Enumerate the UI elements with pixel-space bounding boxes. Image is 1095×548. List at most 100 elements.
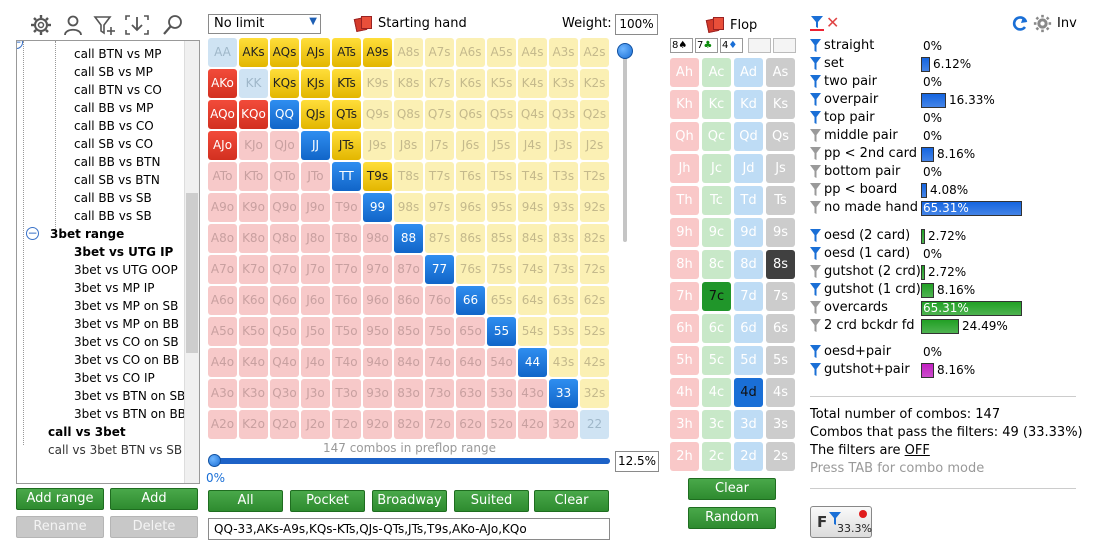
hand-cell[interactable]: T9s: [363, 162, 392, 191]
board-card[interactable]: 5s: [766, 346, 795, 375]
tree-item[interactable]: call BTN vs CO: [74, 81, 162, 99]
flop-card-slot[interactable]: 8♠: [670, 38, 693, 53]
tree-item[interactable]: call vs 3bet BTN vs SB (33: [48, 441, 199, 459]
stat-filter-icon[interactable]: [810, 283, 821, 297]
hand-cell[interactable]: A6o: [208, 286, 237, 315]
board-card[interactable]: Qd: [734, 122, 763, 151]
hand-cell[interactable]: AJo: [208, 131, 237, 160]
flop-card-slot-empty[interactable]: [748, 38, 771, 53]
hand-cell[interactable]: T5s: [487, 162, 516, 191]
board-card[interactable]: 6c: [702, 314, 731, 343]
hand-cell[interactable]: T9o: [332, 193, 361, 222]
tree-item[interactable]: call BB vs CO: [74, 117, 154, 135]
hand-cell[interactable]: 99: [363, 193, 392, 222]
stat-filter-icon[interactable]: [810, 39, 821, 53]
board-card[interactable]: 6s: [766, 314, 795, 343]
hand-cell[interactable]: AJs: [301, 38, 330, 67]
hand-cell[interactable]: 72s: [580, 255, 609, 284]
hand-cell[interactable]: 66: [456, 286, 485, 315]
hand-cell[interactable]: Q9s: [363, 100, 392, 129]
hand-cell[interactable]: 54o: [487, 348, 516, 377]
stat-row[interactable]: no made hand 65.31%: [810, 199, 1080, 217]
flop-card-slot-empty[interactable]: [773, 38, 796, 53]
hand-cell[interactable]: J5o: [301, 317, 330, 346]
board-card-grid[interactable]: Ah Ac Ad As Kh Kc Kd Ks Qh Qc Qd Qs Jh Jc Jd Js Th Tc Td Ts…: [670, 58, 796, 474]
hand-cell[interactable]: 94o: [363, 348, 392, 377]
tree-item[interactable]: call SB vs MP: [74, 63, 153, 81]
tree-item[interactable]: 3bet vs MP IP: [74, 279, 155, 297]
hand-cell[interactable]: 95o: [363, 317, 392, 346]
hand-cell[interactable]: KTo: [239, 162, 268, 191]
hand-cell[interactable]: Q7o: [270, 255, 299, 284]
hand-cell[interactable]: 43o: [518, 379, 547, 408]
hand-cell[interactable]: JJ: [301, 131, 330, 160]
board-card[interactable]: Qh: [670, 122, 699, 151]
filters-state-toggle[interactable]: OFF: [905, 443, 930, 458]
hand-cell[interactable]: K2s: [580, 69, 609, 98]
hand-cell[interactable]: T6o: [332, 286, 361, 315]
hand-cell[interactable]: 98s: [394, 193, 423, 222]
hand-cell[interactable]: QQ: [270, 100, 299, 129]
hand-cell[interactable]: Q8o: [270, 224, 299, 253]
hand-cell[interactable]: A4s: [518, 38, 547, 67]
board-card[interactable]: 8c: [702, 250, 731, 279]
hand-cell[interactable]: A2s: [580, 38, 609, 67]
tree-item[interactable]: 3bet vs MP on BB: [74, 315, 179, 333]
board-card[interactable]: 2h: [670, 442, 699, 471]
hand-cell[interactable]: T2s: [580, 162, 609, 191]
inv-label[interactable]: Inv: [1057, 16, 1077, 31]
hand-cell[interactable]: 75s: [487, 255, 516, 284]
hand-cell[interactable]: QTs: [332, 100, 361, 129]
hand-cell[interactable]: A3o: [208, 379, 237, 408]
range-tree[interactable]: − call BTN vs MPcall SB vs MPcall BTN vs…: [16, 40, 200, 484]
board-card[interactable]: Ah: [670, 58, 699, 87]
rename-button[interactable]: Rename: [16, 516, 104, 538]
board-card[interactable]: Jd: [734, 154, 763, 183]
board-card[interactable]: 4d: [734, 378, 763, 407]
board-card[interactable]: 9d: [734, 218, 763, 247]
hand-cell[interactable]: 54s: [518, 317, 547, 346]
hand-cell[interactable]: 97o: [363, 255, 392, 284]
board-random-button[interactable]: Random: [688, 507, 776, 529]
hand-cell[interactable]: K7s: [425, 69, 454, 98]
hand-cell[interactable]: 43s: [549, 348, 578, 377]
stat-row[interactable]: gutshot (1 crd) 8.16%: [810, 281, 1080, 299]
hand-cell[interactable]: Q3o: [270, 379, 299, 408]
hand-cell[interactable]: A5s: [487, 38, 516, 67]
hand-cell[interactable]: Q5s: [487, 100, 516, 129]
grid-clear-button[interactable]: Clear: [534, 490, 609, 512]
stat-filter-icon[interactable]: [810, 301, 821, 315]
hand-cell[interactable]: 87s: [425, 224, 454, 253]
hand-cell[interactable]: 52s: [580, 317, 609, 346]
range-text-input[interactable]: QQ-33,AKs-A9s,KQs-KTs,QJs-QTs,JTs,T9s,AK…: [208, 518, 610, 540]
board-card[interactable]: 7c: [702, 282, 731, 311]
hand-cell[interactable]: T3s: [549, 162, 578, 191]
refresh-icon[interactable]: [1011, 15, 1029, 33]
stat-filter-icon[interactable]: [810, 345, 821, 359]
hand-cell[interactable]: KTs: [332, 69, 361, 98]
hand-cell[interactable]: 32o: [549, 410, 578, 439]
hand-cell[interactable]: K4o: [239, 348, 268, 377]
hand-cell[interactable]: JTs: [332, 131, 361, 160]
hand-cell[interactable]: 62s: [580, 286, 609, 315]
hand-cell[interactable]: Q7s: [425, 100, 454, 129]
tree-item[interactable]: 3bet vs MP on SB: [74, 297, 178, 315]
board-card[interactable]: 7h: [670, 282, 699, 311]
board-card[interactable]: 5c: [702, 346, 731, 375]
hand-cell[interactable]: A9s: [363, 38, 392, 67]
board-card[interactable]: Tc: [702, 186, 731, 215]
hand-cell[interactable]: JTo: [301, 162, 330, 191]
hand-cell[interactable]: 72o: [425, 410, 454, 439]
board-card[interactable]: 8d: [734, 250, 763, 279]
stat-filter-icon[interactable]: [810, 229, 821, 243]
hand-cell[interactable]: K5s: [487, 69, 516, 98]
stat-filter-icon[interactable]: [810, 265, 821, 279]
hand-cell[interactable]: 93o: [363, 379, 392, 408]
hand-cell[interactable]: AA: [208, 38, 237, 67]
stat-row[interactable]: bottom pair 0%: [810, 163, 1080, 181]
stat-row[interactable]: pp < board 4.08%: [810, 181, 1080, 199]
hand-cell[interactable]: 77: [425, 255, 454, 284]
hand-cell[interactable]: 42o: [518, 410, 547, 439]
board-card[interactable]: 9c: [702, 218, 731, 247]
range-percent-input[interactable]: 12.5%: [615, 451, 659, 472]
